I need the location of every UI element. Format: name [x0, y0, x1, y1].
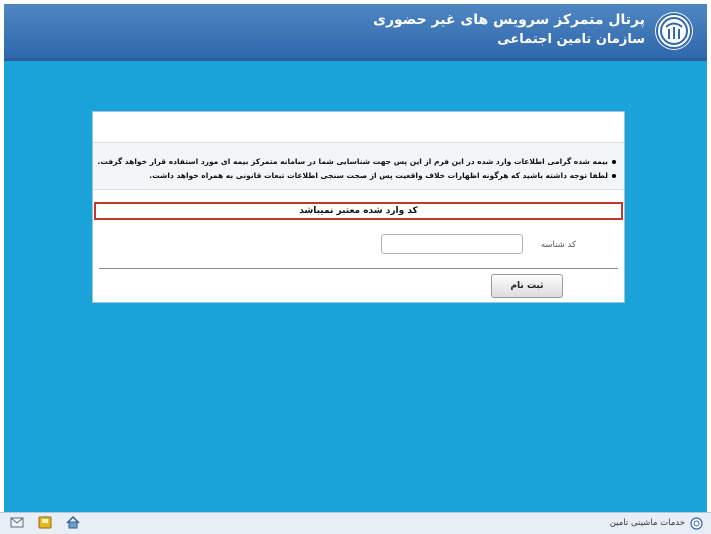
portal-title: پرتال متمرکز سرویس های غیر حضوری: [373, 12, 645, 28]
footer-bar: خدمات ماشینی تامین: [0, 512, 711, 534]
divider: [99, 268, 618, 269]
notice-line: بیمه شده گرامی اطلاعات وارد شده در این ف…: [97, 157, 616, 166]
registration-panel: بیمه شده گرامی اطلاعات وارد شده در این ف…: [92, 111, 625, 303]
tamin-logo-icon: [655, 12, 693, 50]
tamin-small-logo-icon: [690, 517, 703, 530]
home-icon[interactable]: [66, 516, 80, 529]
organization-title: سازمان تامین اجتماعی: [497, 32, 645, 47]
header-bar: پرتال متمرکز سرویس های غیر حضوری سازمان …: [4, 4, 707, 61]
bullet-icon: [612, 160, 616, 164]
register-button[interactable]: ثبت نام: [491, 274, 563, 298]
code-field-label: کد شناسه: [540, 240, 576, 250]
error-message: کد وارد شده معتبر نمیباشد: [94, 202, 623, 220]
mail-icon[interactable]: [10, 516, 24, 529]
save-icon[interactable]: [38, 516, 52, 529]
panel-header: [93, 112, 624, 142]
notice-box: بیمه شده گرامی اطلاعات وارد شده در این ف…: [93, 142, 624, 190]
notice-text: بیمه شده گرامی اطلاعات وارد شده در این ف…: [97, 157, 608, 166]
notice-text: لطفا توجه داشته باشید که هرگونه اظهارات …: [149, 171, 608, 180]
notice-line: لطفا توجه داشته باشید که هرگونه اظهارات …: [149, 171, 616, 180]
bullet-icon: [612, 174, 616, 178]
app-frame: پرتال متمرکز سرویس های غیر حضوری سازمان …: [4, 4, 707, 512]
footer-label: خدمات ماشینی تامین: [609, 518, 685, 528]
code-input[interactable]: [381, 234, 523, 254]
